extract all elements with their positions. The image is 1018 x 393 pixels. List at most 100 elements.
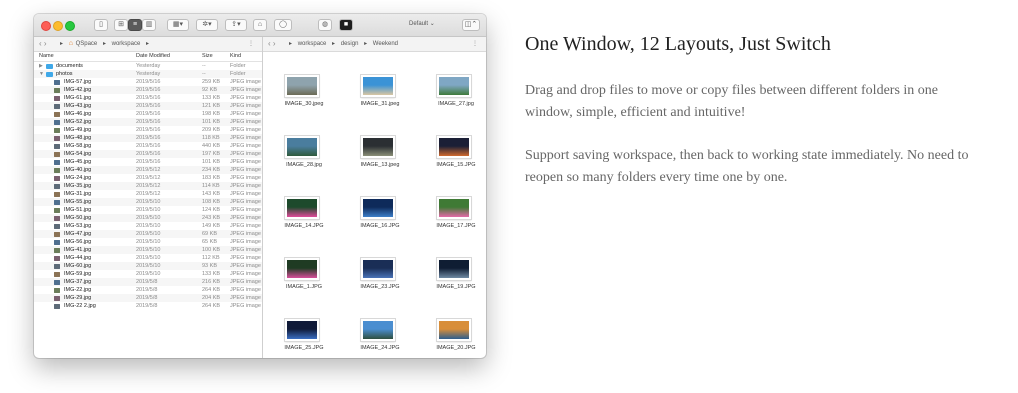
file-row[interactable]: IMG-31.jpg 2019/5/12 143 KB JPEG image [34, 190, 262, 198]
list-view-icon[interactable]: ≡ [128, 19, 142, 31]
thumbnail-item[interactable]: IMAGE_1.JPG [267, 258, 341, 316]
thumbnail-item[interactable]: IMAGE_24.JPG [343, 319, 417, 358]
file-row[interactable]: IMG-54.jpg 2019/5/16 197 KB JPEG image [34, 150, 262, 158]
thumbnail-item[interactable]: IMAGE_14.JPG [267, 197, 341, 255]
file-row[interactable]: IMG-48.jpg 2019/5/16 118 KB JPEG image [34, 134, 262, 142]
image-thumbnail[interactable] [361, 258, 395, 280]
file-kind: JPEG image [230, 207, 261, 213]
file-row[interactable]: IMG-56.jpg 2019/5/10 65 KB JPEG image [34, 238, 262, 246]
close-window-button[interactable] [41, 21, 51, 31]
image-thumbnail[interactable] [361, 319, 395, 341]
image-thumbnail[interactable] [437, 197, 471, 219]
image-thumbnail[interactable] [437, 75, 471, 97]
image-thumbnail[interactable] [361, 197, 395, 219]
file-date: 2019/5/12 [136, 167, 161, 173]
thumbnail-item[interactable]: IMAGE_19.JPG [419, 258, 486, 316]
thumbnail-item[interactable]: IMAGE_13.jpeg [343, 136, 417, 194]
minimize-window-button[interactable] [53, 21, 63, 31]
back-forward-icon[interactable]: ‹ › [39, 37, 47, 51]
file-row[interactable]: IMG-47.jpg 2019/5/10 69 KB JPEG image [34, 230, 262, 238]
thumbnail-item[interactable]: IMAGE_15.JPG [419, 136, 486, 194]
folder-row[interactable]: ▶ documents Yesterday -- Folder [34, 62, 262, 70]
file-row[interactable]: IMG-50.jpg 2019/5/10 243 KB JPEG image [34, 214, 262, 222]
split-pane-icon[interactable]: ◫⌃ [462, 19, 480, 31]
file-row[interactable]: IMG-55.jpg 2019/5/10 108 KB JPEG image [34, 198, 262, 206]
icon-view-icon[interactable]: ⊞ [114, 19, 128, 31]
file-name: IMG-24.jpg [64, 175, 92, 181]
image-thumbnail[interactable] [437, 136, 471, 158]
share-icon[interactable]: ⇪▾ [225, 19, 247, 31]
column-view-icon[interactable]: ▥ [142, 19, 156, 31]
image-thumbnail[interactable] [361, 75, 395, 97]
globe-icon[interactable]: ◍ [318, 19, 332, 31]
file-size: 114 KB [202, 183, 220, 189]
file-row[interactable]: IMG-57.jpg 2019/5/16 259 KB JPEG image [34, 78, 262, 86]
col-size[interactable]: Size [202, 52, 213, 61]
thumbnail-item[interactable]: IMAGE_20.JPG [419, 319, 486, 358]
disclosure-triangle-icon[interactable]: ▼ [39, 70, 44, 78]
breadcrumb-item[interactable]: workspace [112, 41, 141, 47]
more-icon[interactable]: ⋮ [248, 37, 254, 51]
gear-icon[interactable]: ✲▾ [196, 19, 218, 31]
file-kind: JPEG image [230, 303, 261, 309]
col-kind[interactable]: Kind [230, 52, 241, 61]
breadcrumb-item[interactable]: workspace [298, 41, 327, 47]
col-date[interactable]: Date Modified [136, 52, 170, 61]
back-forward-icon[interactable]: ‹ › [268, 37, 276, 51]
file-row[interactable]: IMG-49.jpg 2019/5/16 209 KB JPEG image [34, 126, 262, 134]
file-row[interactable]: IMG-44.jpg 2019/5/10 112 KB JPEG image [34, 254, 262, 262]
col-name[interactable]: Name [39, 52, 54, 61]
thumbnail-item[interactable]: IMAGE_25.JPG [267, 319, 341, 358]
file-kind: JPEG image [230, 151, 261, 157]
breadcrumb-item[interactable]: QSpace [76, 41, 98, 47]
layout-select[interactable]: Default ⌄ [409, 20, 435, 27]
sidebar-toggle-icon[interactable]: ▯ [94, 19, 108, 31]
file-row[interactable]: IMG-59.jpg 2019/5/10 133 KB JPEG image [34, 270, 262, 278]
file-row[interactable]: IMG-46.jpg 2019/5/16 198 KB JPEG image [34, 110, 262, 118]
right-pane: ‹ › ▸ workspace ▸ design ▸ Weekend ⋮ IMA… [263, 37, 486, 358]
group-by-icon[interactable]: ▦▾ [167, 19, 189, 31]
thumbnail-item[interactable]: IMAGE_23.JPG [343, 258, 417, 316]
breadcrumb-item[interactable]: Weekend [373, 41, 398, 47]
file-row[interactable]: IMG-51.jpg 2019/5/10 124 KB JPEG image [34, 206, 262, 214]
image-thumbnail[interactable] [285, 258, 319, 280]
image-thumbnail[interactable] [437, 319, 471, 341]
terminal-icon[interactable]: ■ [339, 19, 353, 31]
image-thumbnail[interactable] [285, 319, 319, 341]
thumbnail-item[interactable]: IMAGE_27.jpg [419, 75, 486, 133]
image-thumbnail[interactable] [437, 258, 471, 280]
more-icon[interactable]: ⋮ [472, 37, 478, 51]
zoom-window-button[interactable] [65, 21, 75, 31]
file-row[interactable]: IMG-22 2.jpg 2019/5/8 264 KB JPEG image [34, 302, 262, 310]
folder-row[interactable]: ▼ photos Yesterday -- Folder [34, 70, 262, 78]
thumbnail-item[interactable]: IMAGE_30.jpeg [267, 75, 341, 133]
file-row[interactable]: IMG-29.jpg 2019/5/8 204 KB JPEG image [34, 294, 262, 302]
file-row[interactable]: IMG-61.jpg 2019/5/16 133 KB JPEG image [34, 94, 262, 102]
file-row[interactable]: IMG-37.jpg 2019/5/8 216 KB JPEG image [34, 278, 262, 286]
file-row[interactable]: IMG-43.jpg 2019/5/16 121 KB JPEG image [34, 102, 262, 110]
file-row[interactable]: IMG-52.jpg 2019/5/16 101 KB JPEG image [34, 118, 262, 126]
disclosure-triangle-icon[interactable]: ▶ [39, 62, 43, 70]
image-thumbnail[interactable] [361, 136, 395, 158]
image-file-icon [54, 255, 60, 261]
file-row[interactable]: IMG-35.jpg 2019/5/12 114 KB JPEG image [34, 182, 262, 190]
tag-icon[interactable]: ◯ [274, 19, 292, 31]
file-row[interactable]: IMG-22.jpg 2019/5/8 264 KB JPEG image [34, 286, 262, 294]
file-row[interactable]: IMG-60.jpg 2019/5/10 93 KB JPEG image [34, 262, 262, 270]
file-row[interactable]: IMG-53.jpg 2019/5/10 149 KB JPEG image [34, 222, 262, 230]
image-thumbnail[interactable] [285, 75, 319, 97]
thumbnail-item[interactable]: IMAGE_28.jpg [267, 136, 341, 194]
file-row[interactable]: IMG-45.jpg 2019/5/16 101 KB JPEG image [34, 158, 262, 166]
image-thumbnail[interactable] [285, 197, 319, 219]
file-row[interactable]: IMG-42.jpg 2019/5/16 92 KB JPEG image [34, 86, 262, 94]
thumbnail-item[interactable]: IMAGE_17.JPG [419, 197, 486, 255]
thumbnail-item[interactable]: IMAGE_16.JPG [343, 197, 417, 255]
home-icon[interactable]: ⌂ [253, 19, 267, 31]
file-row[interactable]: IMG-58.jpg 2019/5/16 440 KB JPEG image [34, 142, 262, 150]
thumbnail-item[interactable]: IMAGE_31.jpeg [343, 75, 417, 133]
file-row[interactable]: IMG-40.jpg 2019/5/12 234 KB JPEG image [34, 166, 262, 174]
file-row[interactable]: IMG-24.jpg 2019/5/12 183 KB JPEG image [34, 174, 262, 182]
image-thumbnail[interactable] [285, 136, 319, 158]
file-row[interactable]: IMG-41.jpg 2019/5/10 100 KB JPEG image [34, 246, 262, 254]
breadcrumb-item[interactable]: design [341, 41, 359, 47]
